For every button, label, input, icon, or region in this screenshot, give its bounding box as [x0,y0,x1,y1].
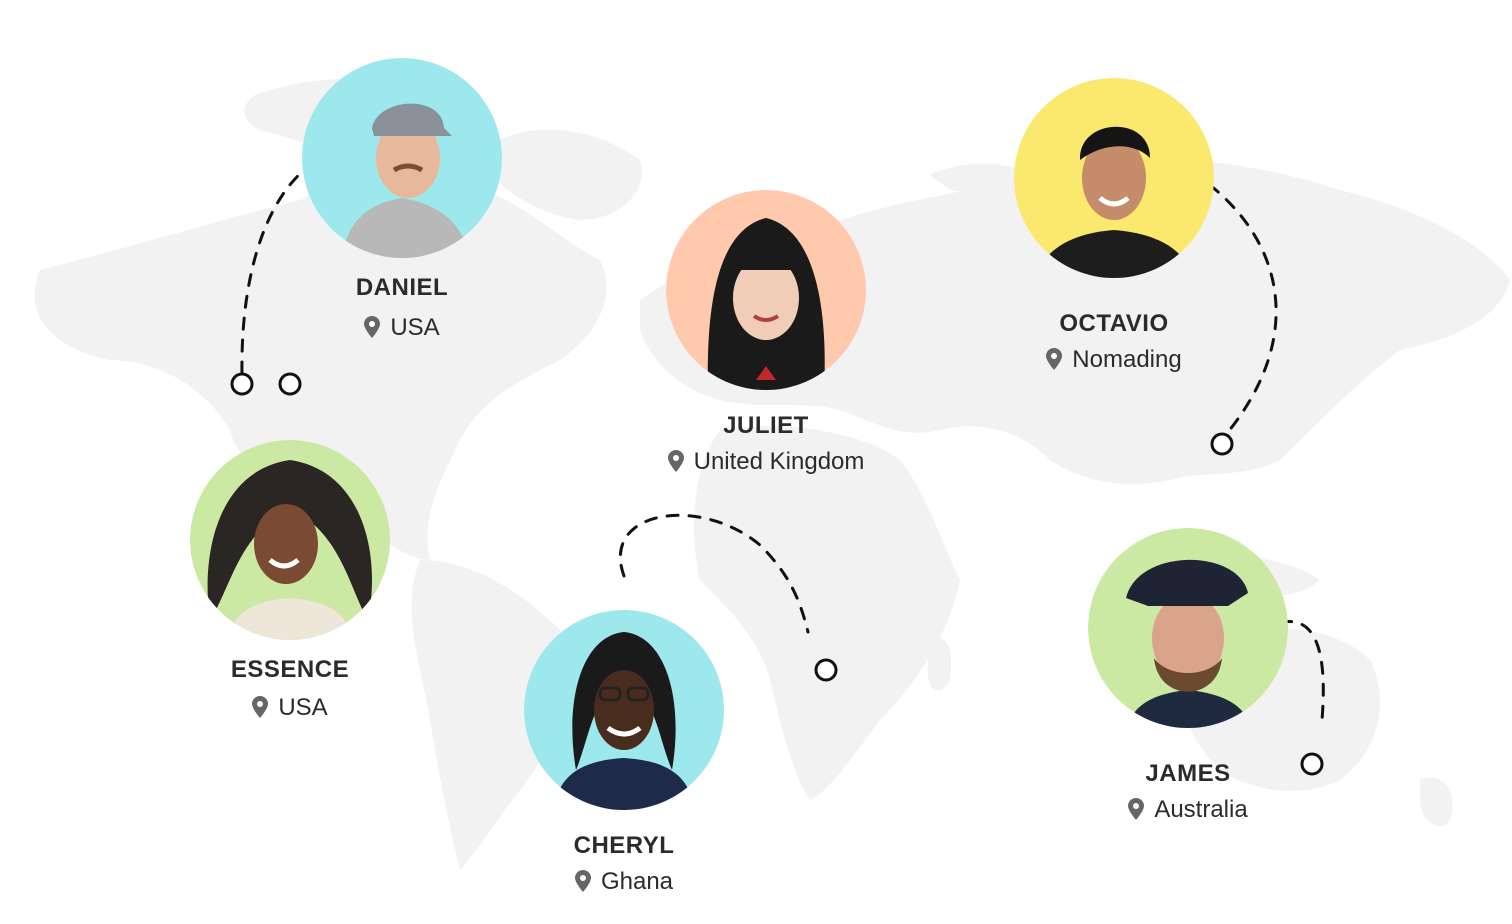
member-location-label: USA [278,694,328,721]
avatar [190,440,390,640]
avatar-photo [1088,528,1288,728]
member-location: Australia [1028,796,1348,824]
team-member-octavio: OCTAVIO Nomading [1014,78,1214,378]
member-location: United Kingdom [606,448,926,476]
route-endpoint [814,658,838,682]
member-name: OCTAVIO [1059,310,1169,337]
route-endpoint [278,372,302,396]
member-location-label: United Kingdom [693,448,865,475]
team-member-james: JAMES Australia [1088,528,1288,828]
avatar [524,610,724,810]
location-pin-icon [1046,348,1063,370]
avatar-photo [190,440,390,640]
member-name: DANIEL [355,274,449,301]
team-member-cheryl: CHERYL Ghana [524,610,724,910]
member-name: JULIET [723,412,809,439]
location-pin-icon [252,696,269,718]
avatar-photo [302,58,502,258]
member-location-label: Ghana [600,868,674,895]
avatar-photo [666,190,866,390]
member-location: Nomading [954,346,1274,374]
member-name: CHERYL [573,832,675,859]
member-name: JAMES [1145,760,1231,787]
avatar [1014,78,1214,278]
team-member-essence: ESSENCE USA [190,440,390,730]
location-pin-icon [364,316,381,338]
location-pin-icon [574,870,591,892]
location-pin-icon [1128,798,1145,820]
route-endpoint [230,372,254,396]
route-endpoint [1300,752,1324,776]
member-location: Ghana [464,868,784,896]
location-pin-icon [667,450,684,472]
team-member-daniel: DANIEL USA [302,58,502,348]
member-location: USA [130,694,450,722]
member-location-label: USA [390,314,440,341]
avatar [1088,528,1288,728]
avatar [302,58,502,258]
team-member-juliet: JULIET United Kingdom [666,190,866,480]
avatar-photo [524,610,724,810]
avatar-photo [1014,78,1214,278]
member-location: USA [242,314,562,342]
member-location-label: Australia [1154,796,1248,823]
avatar [666,190,866,390]
member-location-label: Nomading [1072,346,1182,373]
route-endpoint [1210,432,1234,456]
world-map-team-graphic: DANIEL USA JULIET United Kingdom OCTAVIO… [0,0,1512,924]
member-name: ESSENCE [230,656,350,683]
